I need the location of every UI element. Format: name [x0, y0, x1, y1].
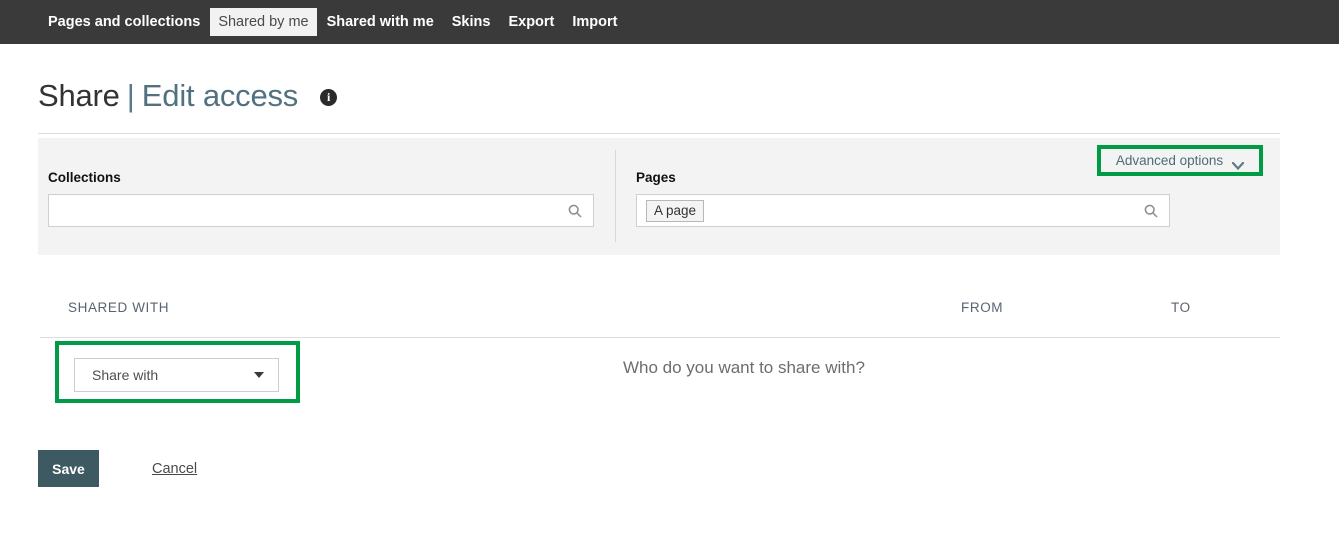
advanced-options-annotation: Advanced options	[1097, 145, 1263, 176]
title-divider	[38, 133, 1280, 134]
caret-down-icon	[254, 372, 264, 378]
pages-search-input[interactable]: A page	[636, 194, 1170, 227]
shared-with-table-header: SHARED WITH FROM TO	[0, 300, 1339, 338]
search-icon[interactable]	[568, 204, 582, 218]
chevron-down-icon	[1232, 157, 1245, 171]
nav-item-pages-and-collections[interactable]: Pages and collections	[40, 8, 208, 37]
nav-item-skins[interactable]: Skins	[444, 8, 499, 37]
pages-field-group: Pages A page	[636, 170, 1170, 227]
pages-label: Pages	[636, 170, 676, 185]
share-with-prompt: Who do you want to share with?	[623, 358, 865, 377]
column-header-to: TO	[1171, 300, 1191, 315]
page-title-main: Share	[38, 78, 120, 113]
nav-item-export[interactable]: Export	[500, 8, 562, 37]
nav-item-shared-with-me[interactable]: Shared with me	[319, 8, 442, 37]
collections-field-group: Collections	[48, 170, 594, 227]
page-title-subtitle: Edit access	[141, 78, 299, 113]
collections-search-input[interactable]	[48, 194, 594, 227]
cancel-link[interactable]: Cancel	[152, 461, 197, 477]
column-header-from: FROM	[961, 300, 1004, 315]
save-button[interactable]: Save	[38, 450, 99, 487]
advanced-options-button[interactable]: Advanced options	[1101, 149, 1259, 172]
form-actions: Save Cancel	[38, 450, 197, 487]
share-with-annotation: Share with	[55, 341, 300, 403]
nav-item-shared-by-me[interactable]: Shared by me	[210, 7, 317, 37]
pages-chip[interactable]: A page	[646, 199, 705, 222]
top-navigation-bar: Pages and collections Shared by me Share…	[0, 0, 1339, 44]
page-title-separator: |	[126, 78, 135, 113]
nav-item-import[interactable]: Import	[564, 8, 625, 37]
table-header-divider	[40, 337, 1280, 338]
collections-label: Collections	[48, 170, 121, 185]
share-with-dropdown[interactable]: Share with	[74, 358, 279, 392]
info-icon[interactable]: i	[320, 88, 338, 106]
page-title: Share | Edit access i	[38, 78, 338, 114]
column-header-shared-with: SHARED WITH	[68, 300, 170, 315]
search-filter-panel: Collections Pages A page	[38, 138, 1280, 255]
search-icon[interactable]	[1144, 204, 1158, 218]
panel-vertical-divider	[615, 150, 616, 242]
advanced-options-label: Advanced options	[1115, 153, 1224, 168]
share-with-selected-value: Share with	[92, 367, 159, 383]
